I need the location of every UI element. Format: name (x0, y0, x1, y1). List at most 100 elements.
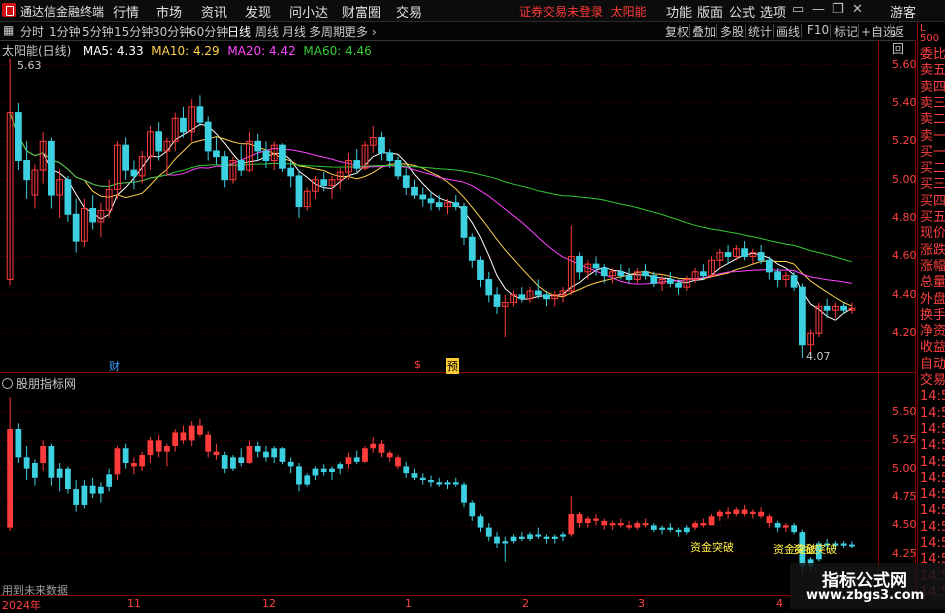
menu-xuanxiang[interactable]: 选项 (760, 2, 786, 21)
period-1min[interactable]: 1分钟 (49, 23, 81, 40)
ma20-label: MA20: 4.42 (227, 44, 296, 58)
period-fenshi[interactable]: 分时 (20, 23, 44, 40)
period-60min[interactable]: 60分钟 (189, 23, 228, 40)
y-tick-label: 5.60 (892, 57, 917, 71)
panel-corner-label: L 500 (920, 23, 940, 44)
side-panel-item[interactable]: 收益 (920, 339, 945, 356)
side-panel-item[interactable]: 净资 (920, 323, 945, 340)
side-panel-item[interactable]: 买三 (920, 176, 945, 193)
chart-title: 太阳能(日线) (2, 44, 72, 58)
side-panel-item[interactable]: 14:56 (920, 421, 945, 438)
menu-jiaoyi[interactable]: 交易 (396, 2, 422, 21)
period-30min[interactable]: 30分钟 (152, 23, 191, 40)
side-panel-item[interactable]: 14:56 (920, 437, 945, 454)
ma10-label: MA10: 4.29 (151, 44, 220, 58)
y-tick-label: 5.40 (892, 95, 917, 109)
tool-diejia[interactable]: 叠加 (692, 23, 716, 40)
side-panel-item[interactable]: 卖一 (920, 128, 945, 145)
menu-gongshi[interactable]: 公式 (729, 2, 755, 21)
tool-f10[interactable]: F10 (807, 23, 829, 37)
stock-name: 太阳能 (610, 5, 647, 19)
side-panel-item[interactable]: 卖五 (920, 62, 945, 79)
period-5min[interactable]: 5分钟 (82, 23, 114, 40)
future-data-note: 用到未来数据 (2, 584, 68, 597)
side-panel-item[interactable]: 换手 (920, 307, 945, 324)
event-marker-dollar[interactable]: $ (414, 358, 421, 371)
tool-huaxian[interactable]: 画线 (776, 23, 800, 40)
side-panel-item[interactable]: 买四 (920, 193, 945, 210)
settings-icon[interactable] (2, 378, 13, 389)
y-tick-label: 5.20 (892, 134, 917, 148)
menu-hangqing[interactable]: 行情 (113, 2, 139, 21)
side-panel-item[interactable]: 自动 (920, 356, 945, 373)
side-panel-item[interactable]: 14:56 (920, 486, 945, 503)
high-price-label: 5.63 (17, 59, 42, 72)
period-daily[interactable]: 日线 (227, 23, 251, 40)
side-panel-item[interactable]: 总量 (920, 274, 945, 291)
indicator-frame (0, 373, 916, 596)
menu-zixun[interactable]: 资讯 (201, 2, 227, 21)
restore-icon[interactable]: ❐ (832, 2, 844, 17)
watermark-url: www.zbgs3.com (806, 588, 925, 603)
minimize-icon[interactable]: — (812, 2, 825, 17)
y-tick-label: 5.25 (892, 433, 917, 447)
menu-gongneng[interactable]: 功能 (666, 2, 692, 21)
period-weekly[interactable]: 周线 (255, 23, 279, 40)
side-panel-item[interactable]: 14:56 (920, 454, 945, 471)
grid-icon[interactable]: ▦ (3, 23, 14, 37)
tool-tongji[interactable]: 统计 (748, 23, 772, 40)
y-tick-label: 5.50 (892, 405, 917, 418)
indicator-title: 股朋指标网 (2, 375, 76, 392)
y-tick-label: 4.75 (892, 490, 917, 503)
side-panel-item[interactable]: 14:56 (920, 405, 945, 422)
side-panel-item[interactable]: 卖三 (920, 95, 945, 112)
tool-fuquan[interactable]: 复权 (665, 23, 689, 40)
signal-tag: 资金突破 (793, 543, 837, 556)
side-panel-item[interactable]: 卖四 (920, 79, 945, 96)
menu-banmian[interactable]: 版面 (697, 2, 723, 21)
menu-faxian[interactable]: 发现 (245, 2, 271, 21)
ma60-label: MA60: 4.46 (303, 44, 372, 58)
side-panel-item[interactable]: 买一 (920, 144, 945, 161)
event-marker-yu[interactable]: 预 (446, 358, 459, 374)
side-panel-item[interactable]: 买二 (920, 160, 945, 177)
menu-shichang[interactable]: 市场 (156, 2, 182, 21)
x-label-3: 3 (638, 597, 645, 610)
y-tick-label: 4.80 (892, 211, 917, 225)
side-panel-item[interactable]: 卖二 (920, 111, 945, 128)
login-status[interactable]: 证券交易未登录 太阳能 (519, 3, 647, 20)
side-panel-item[interactable]: 14:56 (920, 502, 945, 519)
side-panel-item[interactable]: 外盘 (920, 291, 945, 308)
y-tick-label: 4.20 (892, 326, 917, 340)
side-panel-item[interactable]: 涨跌 (920, 242, 945, 259)
period-15min[interactable]: 15分钟 (114, 23, 153, 40)
menu-wenxiaoda[interactable]: 问小达 (289, 2, 328, 21)
app-logo-icon (2, 3, 16, 17)
x-label-4: 4 (776, 597, 783, 610)
x-label-2024: 2024年 (2, 599, 41, 612)
menu-caifuquan[interactable]: 财富圈 (342, 2, 381, 21)
side-panel-item[interactable]: 委比 (920, 46, 945, 63)
guest-user[interactable]: 游客 (890, 2, 916, 21)
event-marker-cai[interactable]: 财 (109, 358, 120, 374)
close-icon[interactable]: ✕ (852, 2, 863, 17)
main-chart-frame (0, 40, 916, 373)
y-tick-label: 4.40 (892, 287, 917, 301)
side-panel-item[interactable]: 交易 (920, 372, 945, 389)
period-toolbar: ▦ 分时 1分钟 5分钟 15分钟 30分钟 60分钟 日线 周线 月线 多周期… (0, 22, 915, 56)
tool-biaoji[interactable]: 标记 (834, 23, 858, 40)
period-more[interactable]: 更多 › (344, 23, 377, 40)
side-panel-item[interactable]: 14:56 (920, 519, 945, 536)
side-panel-item[interactable]: 买五 (920, 209, 945, 226)
side-panel-item[interactable]: 14:56 (920, 470, 945, 487)
side-panel-item[interactable]: 14:56 (920, 388, 945, 405)
side-panel-item[interactable]: 涨幅 (920, 258, 945, 275)
side-panel-item[interactable]: 14:56 (920, 535, 945, 552)
period-multi[interactable]: 多周期 (309, 23, 345, 40)
window-icon[interactable]: ▭ (792, 2, 804, 17)
quote-side-panel: 委比 卖五 卖四 卖三 卖二 卖一 买一 买二 买三 买四 买五 现价 涨跌 涨幅 总量 外盘 换手 净资 收益 自动… (917, 22, 945, 609)
period-monthly[interactable]: 月线 (282, 23, 306, 40)
tool-duogu[interactable]: 多股 (720, 23, 744, 40)
x-label-1: 1 (405, 597, 412, 610)
side-panel-item[interactable]: 现价 (920, 225, 945, 242)
